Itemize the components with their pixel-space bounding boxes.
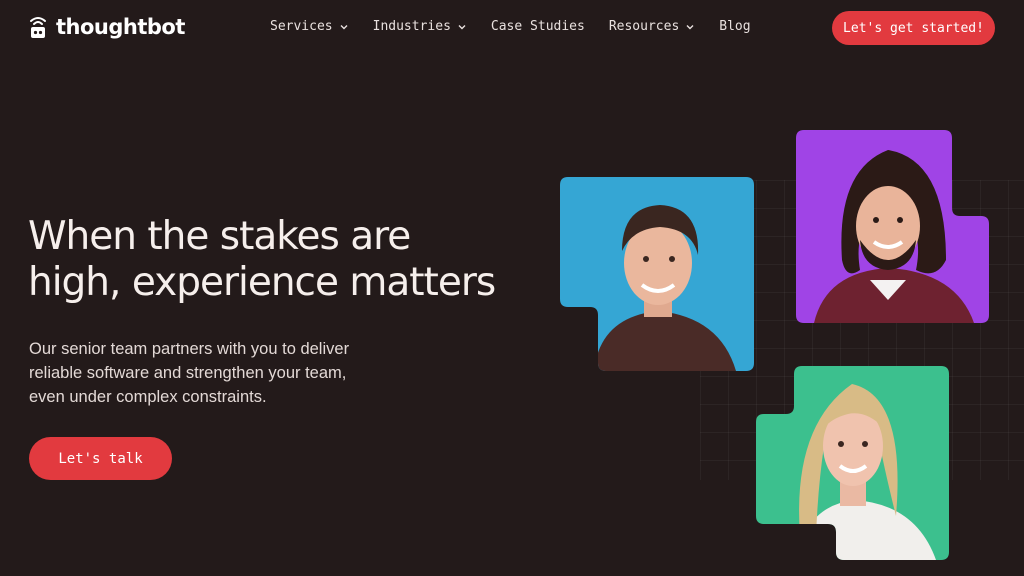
site-header: thoughtbot Services Industries Case Stud… bbox=[0, 0, 1024, 56]
chevron-down-icon bbox=[458, 24, 466, 29]
nav-item-case-studies[interactable]: Case Studies bbox=[491, 19, 585, 34]
lets-talk-button[interactable]: Let's talk bbox=[29, 437, 172, 480]
nav-item-resources[interactable]: Resources bbox=[609, 19, 695, 34]
main-nav: Services Industries Case Studies Resourc… bbox=[270, 19, 751, 34]
hero-title-line: high, experience matters bbox=[28, 260, 496, 305]
logo[interactable]: thoughtbot bbox=[28, 12, 185, 42]
portrait-man-purple-background bbox=[796, 130, 989, 323]
nav-item-industries[interactable]: Industries bbox=[373, 19, 467, 34]
hero-subtitle-line: Our senior team partners with you to del… bbox=[29, 340, 350, 358]
nav-item-label: Resources bbox=[608, 19, 680, 34]
nav-item-services[interactable]: Services bbox=[270, 19, 349, 34]
chevron-down-icon bbox=[340, 24, 348, 29]
nav-item-label: Case Studies bbox=[490, 19, 585, 34]
robot-logo-icon bbox=[30, 17, 46, 38]
hero-subtitle-line: reliable software and strengthen your te… bbox=[29, 364, 347, 382]
nav-item-label: Blog bbox=[719, 19, 751, 34]
get-started-button[interactable]: Let's get started! bbox=[832, 11, 995, 45]
hero-subtitle: Our senior team partners with you to del… bbox=[29, 337, 389, 409]
portrait-woman-green-background bbox=[756, 366, 949, 560]
hero-title: When the stakes are high, experience mat… bbox=[28, 214, 548, 306]
logo-wordmark: thoughtbot bbox=[56, 15, 185, 39]
portrait-man-blue-background bbox=[560, 177, 754, 371]
chevron-down-icon bbox=[686, 24, 694, 29]
hero-subtitle-line: even under complex constraints. bbox=[29, 388, 267, 406]
hero-title-line: When the stakes are bbox=[28, 214, 411, 259]
nav-item-label: Services bbox=[270, 19, 333, 34]
nav-item-blog[interactable]: Blog bbox=[719, 19, 750, 34]
nav-item-label: Industries bbox=[372, 19, 451, 34]
